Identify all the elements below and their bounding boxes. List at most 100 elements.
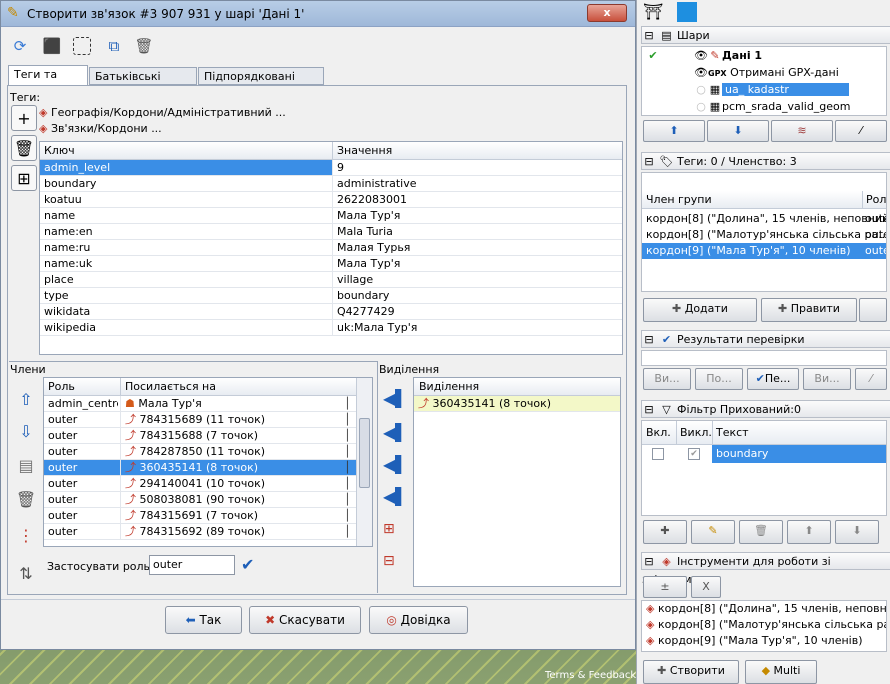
filter-header[interactable]: ⊟ ▽ Фільтр Прихований:0 Відключений:0 <box>641 400 890 434</box>
tag-value[interactable]: village <box>332 272 622 287</box>
validation-check-button[interactable]: ✔Пе... <box>747 368 799 390</box>
apply-icon[interactable]: ⬛ <box>41 35 63 57</box>
role-column-header[interactable]: Рол <box>862 191 886 208</box>
member-row[interactable]: outer ⤴ 784315689 (11 точок) │ <box>44 412 372 428</box>
duplicate-icon[interactable]: ⧉ <box>103 35 125 57</box>
member-column-header[interactable]: Член групи <box>646 193 712 206</box>
add-relation-member-button[interactable]: ± <box>643 576 687 598</box>
member-role[interactable]: outer <box>44 460 118 475</box>
member-role[interactable]: outer <box>44 524 118 539</box>
layer-row[interactable]: ○ ▦ ua_ kadastr <box>642 81 886 98</box>
tag-value[interactable]: uk:Мала Тур'я <box>332 320 622 335</box>
select-in-relation-icon[interactable]: ⊞ <box>383 521 407 543</box>
hidden-eye-icon[interactable]: ○ <box>694 98 708 115</box>
refresh-icon[interactable]: ⟳ <box>9 35 31 57</box>
collapse-icon[interactable]: ⊟ <box>642 553 656 571</box>
tag-row[interactable]: boundary administrative <box>40 176 622 192</box>
tag-value[interactable]: Мала Тур'я <box>332 208 622 223</box>
tag-key[interactable]: name:uk <box>40 256 330 271</box>
terms-link[interactable]: Terms & Feedback <box>545 670 636 681</box>
validation-select-button[interactable]: Ви... <box>643 368 691 390</box>
member-role[interactable]: outer <box>44 492 118 507</box>
membership-row[interactable]: кордон[9] ("Мала Тур'я", 10 членів) oute <box>642 243 886 259</box>
member-row[interactable]: outer ⤴ 784315691 (7 точок) │ <box>44 508 372 524</box>
disable-column-header[interactable]: Викл. <box>676 421 712 444</box>
relation-row[interactable]: ◈ кордон[8] ("Малотур'янська сільська ра… <box>642 617 886 633</box>
merge-layer-button[interactable]: ≋ <box>771 120 833 142</box>
relation-row[interactable]: ◈ кордон[9] ("Мала Тур'я", 10 членів) <box>642 633 886 649</box>
tag-row[interactable]: admin_level 9 <box>40 160 622 176</box>
edit-member-icon[interactable]: ▤ <box>13 453 39 479</box>
member-role[interactable]: outer <box>44 508 118 523</box>
role-column-header[interactable]: Роль <box>44 378 118 396</box>
tag-key[interactable]: place <box>40 272 330 287</box>
text-column-header[interactable]: Текст <box>712 421 749 444</box>
membership-row[interactable]: кордон[8] ("Долина", 15 членів, неповний… <box>642 211 886 227</box>
layer-row[interactable]: ✔ 👁 ✎ Дані 1 <box>642 47 886 64</box>
filter-down-button[interactable]: ⬇ <box>835 520 879 544</box>
tag-key[interactable]: admin_level <box>40 160 330 175</box>
help-button[interactable]: ◎ Довідка <box>369 606 468 634</box>
tag-row[interactable]: place village <box>40 272 622 288</box>
membership-row[interactable]: кордон[8] ("Малотур'янська сільська ра..… <box>642 227 886 243</box>
collapse-icon[interactable]: ⊟ <box>642 331 656 349</box>
delete-relation-icon[interactable]: 🗑 <box>133 35 155 57</box>
member-row[interactable]: outer ⤴ 508038081 (90 точок) │ <box>44 492 372 508</box>
member-role[interactable]: outer <box>44 428 118 443</box>
toolbar-icon[interactable]: ⛩ <box>643 2 663 21</box>
enable-checkbox[interactable] <box>652 448 664 460</box>
add-tag-icon[interactable]: + <box>11 105 37 131</box>
layers-header[interactable]: ⊟ ▤ Шари <box>641 26 890 44</box>
select-members-icon[interactable] <box>73 37 91 55</box>
layer-row[interactable]: ○ ▦ pcm_srada_valid_geom <box>642 98 886 115</box>
filter-row[interactable]: ✔ boundary <box>642 445 886 463</box>
collapse-icon[interactable]: ⊟ <box>642 153 656 171</box>
tab-tags-members[interactable]: Теги та члени <box>8 65 88 94</box>
value-column-header[interactable]: Значення <box>332 142 622 160</box>
tag-value[interactable]: administrative <box>332 176 622 191</box>
tag-key[interactable]: name <box>40 208 330 223</box>
key-column-header[interactable]: Ключ <box>40 142 330 160</box>
member-row[interactable]: outer ⤴ 784287850 (11 точок) │ <box>44 444 372 460</box>
add-button[interactable]: ✚ Додати <box>643 298 757 322</box>
preset-link-2[interactable]: ◈ Зв'язки/Кордони ... <box>39 121 162 137</box>
collapse-icon[interactable]: ⊟ <box>642 27 656 45</box>
close-button[interactable]: x <box>587 4 627 22</box>
remove-relation-member-button[interactable]: X <box>691 576 721 598</box>
move-up-icon[interactable]: ⇧ <box>13 387 39 413</box>
create-button[interactable]: ✚ Створити <box>643 660 739 684</box>
edit-button[interactable]: ✚ Правити <box>761 298 857 322</box>
tag-row[interactable]: type boundary <box>40 288 622 304</box>
tag-value[interactable]: Малая Турья <box>332 240 622 255</box>
delete-tag-icon[interactable]: 🗑 <box>11 135 37 161</box>
more-button[interactable] <box>859 298 887 322</box>
sort-members-icon[interactable]: ⋮ <box>13 523 39 549</box>
enable-column-header[interactable]: Вкл. <box>646 426 671 439</box>
remove-selected-icon[interactable]: ⊟ <box>383 553 407 575</box>
tag-row[interactable]: name:en Mala Turia <box>40 224 622 240</box>
layer-row[interactable]: 👁GPX Отримані GPX-дані <box>642 64 886 81</box>
disable-checkbox[interactable]: ✔ <box>688 448 700 460</box>
tag-value[interactable]: 2622083001 <box>332 192 622 207</box>
tag-row[interactable]: wikidata Q4277429 <box>40 304 622 320</box>
tag-key[interactable]: wikipedia <box>40 320 330 335</box>
apply-role-check-icon[interactable]: ✔ <box>241 555 261 575</box>
add-selected-before-icon[interactable]: ◀▌ <box>383 423 408 445</box>
tab-child-relations[interactable]: Підпорядковані зв'язки <box>198 67 324 96</box>
delete-filter-button[interactable]: 🗑 <box>739 520 783 544</box>
member-role[interactable]: outer <box>44 476 118 491</box>
tag-key[interactable]: wikidata <box>40 304 330 319</box>
tag-row[interactable]: name:uk Мала Тур'я <box>40 256 622 272</box>
filter-up-button[interactable]: ⬆ <box>787 520 831 544</box>
member-row[interactable]: outer ⤴ 784315688 (7 точок) │ <box>44 428 372 444</box>
tag-key[interactable]: name:en <box>40 224 330 239</box>
layer-up-button[interactable]: ⬆ <box>643 120 705 142</box>
ref-column-header[interactable]: Посилається на <box>120 378 350 396</box>
cancel-button[interactable]: ✖ Скасувати <box>249 606 361 634</box>
add-multiple-tags-icon[interactable]: ⊞ <box>11 165 37 191</box>
tag-value[interactable]: boundary <box>332 288 622 303</box>
delete-member-icon[interactable]: 🗑 <box>13 487 39 513</box>
role-input[interactable]: outer <box>149 555 235 575</box>
add-selected-after-icon[interactable]: ◀▌ <box>383 455 408 477</box>
member-row[interactable]: outer ⤴ 294140041 (10 точок) │ <box>44 476 372 492</box>
